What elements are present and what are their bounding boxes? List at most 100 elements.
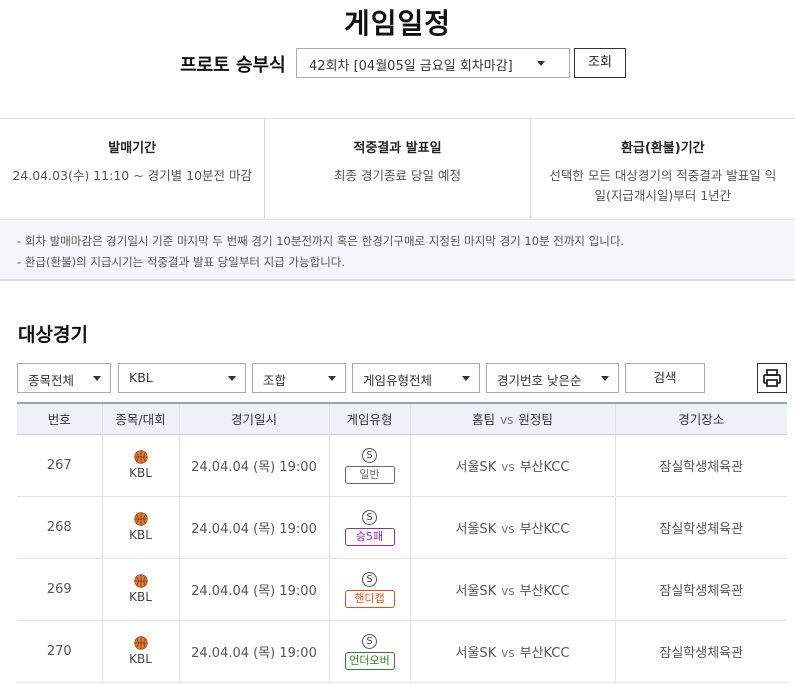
game-number: 268: [17, 496, 102, 559]
sport-cell: KBL: [101, 434, 179, 497]
col-home-label: 홈팀: [472, 412, 496, 428]
home-team: 서울SK: [455, 583, 497, 599]
round-select-value: 42회차 [04월05일 금요일 회차마감]: [309, 59, 513, 74]
sale-period-title: 발매기간: [108, 141, 157, 156]
vs-label: vs: [501, 583, 515, 598]
game-type-label: 프로토 승부식: [180, 55, 286, 76]
game-type-filter-select[interactable]: 게임유형전체: [352, 363, 480, 393]
basketball-icon: [133, 573, 148, 588]
league-name: KBL: [129, 465, 152, 480]
s-mark-icon: S: [362, 447, 377, 463]
notice-line: - 회차 발매마감은 경기일시 기준 마지막 두 번째 경기 10분전까지 혹은…: [17, 234, 625, 248]
matchup-cell: 서울SK vs 부산KCC: [409, 558, 615, 621]
game-number: 267: [17, 434, 102, 497]
table-row[interactable]: 268 KBL 24.04.04 (목) 19:00 S 승5패 서울SK vs 부산KCC 잠…: [17, 496, 787, 559]
chevron-down-icon: [537, 61, 545, 66]
game-type-filter-value: 게임유형전체: [363, 373, 433, 388]
round-selector-row: 프로토 승부식 42회차 [04월05일 금요일 회차마감] 조회: [0, 48, 795, 78]
basketball-icon: [133, 449, 148, 464]
col-sport: 종목/대회: [101, 402, 179, 435]
result-date: 적중결과 발표일 최종 경기종료 당일 예정: [265, 119, 531, 219]
chevron-down-icon: [328, 376, 336, 381]
game-type-badge: 일반: [344, 465, 395, 484]
vs-label: vs: [501, 645, 515, 660]
away-team: 부산KCC: [519, 459, 570, 475]
col-number: 번호: [17, 402, 102, 435]
venue: 잠실학생체육관: [614, 434, 787, 497]
league-name: KBL: [129, 589, 152, 604]
venue: 잠실학생체육관: [614, 558, 787, 621]
refund-period-title: 환급(환불)기간: [620, 141, 705, 156]
page-title: 게임일정: [343, 7, 452, 40]
chevron-down-icon: [462, 376, 470, 381]
sale-info-panel: 발매기간 24.04.03(수) 11:10 ~ 경기별 10분전 마감 적중결…: [0, 118, 795, 220]
sport-cell: KBL: [101, 620, 179, 683]
notice-box: - 회차 발매마감은 경기일시 기준 마지막 두 번째 경기 10분전까지 혹은…: [0, 221, 795, 281]
result-date-text: 최종 경기종료 당일 예정: [334, 168, 461, 183]
game-number: 270: [17, 620, 102, 683]
sort-select[interactable]: 경기번호 낮은순: [486, 363, 619, 393]
basketball-icon: [133, 511, 148, 526]
table-row[interactable]: 270 KBL 24.04.04 (목) 19:00 S 언더오버 서울SK vs 부산KCC…: [17, 620, 787, 683]
game-type-badge: 언더오버: [344, 651, 395, 670]
combo-filter-select[interactable]: 조합: [252, 363, 346, 393]
combo-filter-value: 조합: [263, 373, 287, 388]
col-datetime: 경기일시: [178, 402, 329, 435]
games-table: 번호 종목/대회 경기일시 게임유형 홈팀 vs 원정팀 경기장소 267 KBL 24…: [17, 402, 787, 683]
home-team: 서울SK: [455, 521, 497, 537]
col-game-type: 게임유형: [328, 402, 410, 435]
section-title: 대상경기: [18, 324, 88, 346]
game-datetime: 24.04.04 (목) 19:00: [178, 558, 329, 621]
matchup-cell: 서울SK vs 부산KCC: [409, 620, 615, 683]
print-button[interactable]: [757, 363, 787, 393]
notice-line: - 환급(환불)의 지급시기는 적중결과 발표 당일부터 지급 가능합니다.: [17, 255, 346, 269]
chevron-down-icon: [601, 376, 609, 381]
game-type-cell: S 핸디캡: [328, 558, 410, 621]
table-row[interactable]: 267 KBL 24.04.04 (목) 19:00 S 일반 서울SK vs 부산KCC 잠실…: [17, 434, 787, 497]
home-team: 서울SK: [455, 459, 497, 475]
search-button[interactable]: 검색: [625, 363, 705, 393]
basketball-icon: [133, 635, 148, 650]
sort-value: 경기번호 낮은순: [497, 373, 582, 388]
game-type-badge: 핸디캡: [344, 589, 395, 608]
table-row[interactable]: 269 KBL 24.04.04 (목) 19:00 S 핸디캡 서울SK vs 부산KCC 잠…: [17, 558, 787, 621]
matchup-cell: 서울SK vs 부산KCC: [409, 434, 615, 497]
venue: 잠실학생체육관: [614, 496, 787, 559]
sport-filter-value: 종목전체: [28, 373, 75, 388]
game-datetime: 24.04.04 (목) 19:00: [178, 620, 329, 683]
sale-period: 발매기간 24.04.03(수) 11:10 ~ 경기별 10분전 마감: [0, 119, 266, 219]
matchup-cell: 서울SK vs 부산KCC: [409, 496, 615, 559]
refund-period-text: 선택한 모든 대상경기의 적중결과 발표일 익일(지급개시일)부터 1년간: [549, 168, 777, 203]
chevron-down-icon: [228, 376, 236, 381]
col-away-label: 원정팀: [518, 412, 553, 428]
sport-filter-select[interactable]: 종목전체: [17, 363, 111, 393]
chevron-down-icon: [93, 376, 101, 381]
col-venue: 경기장소: [614, 402, 787, 435]
game-type-cell: S 승5패: [328, 496, 410, 559]
vs-label: vs: [501, 521, 515, 536]
s-mark-icon: S: [362, 509, 377, 525]
refund-period: 환급(환불)기간 선택한 모든 대상경기의 적중결과 발표일 익일(지급개시일)…: [531, 119, 795, 219]
game-type-badge: 승5패: [344, 527, 395, 546]
sport-cell: KBL: [101, 496, 179, 559]
away-team: 부산KCC: [519, 521, 570, 537]
game-datetime: 24.04.04 (목) 19:00: [178, 496, 329, 559]
col-teams: 홈팀 vs 원정팀: [409, 402, 615, 435]
away-team: 부산KCC: [519, 645, 570, 661]
league-filter-select[interactable]: KBL: [118, 363, 246, 393]
col-vs-label: vs: [500, 413, 514, 428]
s-mark-icon: S: [362, 633, 377, 649]
league-filter-value: KBL: [129, 370, 153, 385]
sport-cell: KBL: [101, 558, 179, 621]
venue: 잠실학생체육관: [614, 620, 787, 683]
vs-label: vs: [501, 459, 515, 474]
league-name: KBL: [129, 651, 152, 666]
query-button[interactable]: 조회: [574, 48, 626, 78]
home-team: 서울SK: [455, 645, 497, 661]
game-type-cell: S 언더오버: [328, 620, 410, 683]
game-number: 269: [17, 558, 102, 621]
round-select[interactable]: 42회차 [04월05일 금요일 회차마감]: [296, 48, 570, 78]
away-team: 부산KCC: [519, 583, 570, 599]
sale-period-text: 24.04.03(수) 11:10 ~ 경기별 10분전 마감: [12, 168, 252, 183]
game-datetime: 24.04.04 (목) 19:00: [178, 434, 329, 497]
